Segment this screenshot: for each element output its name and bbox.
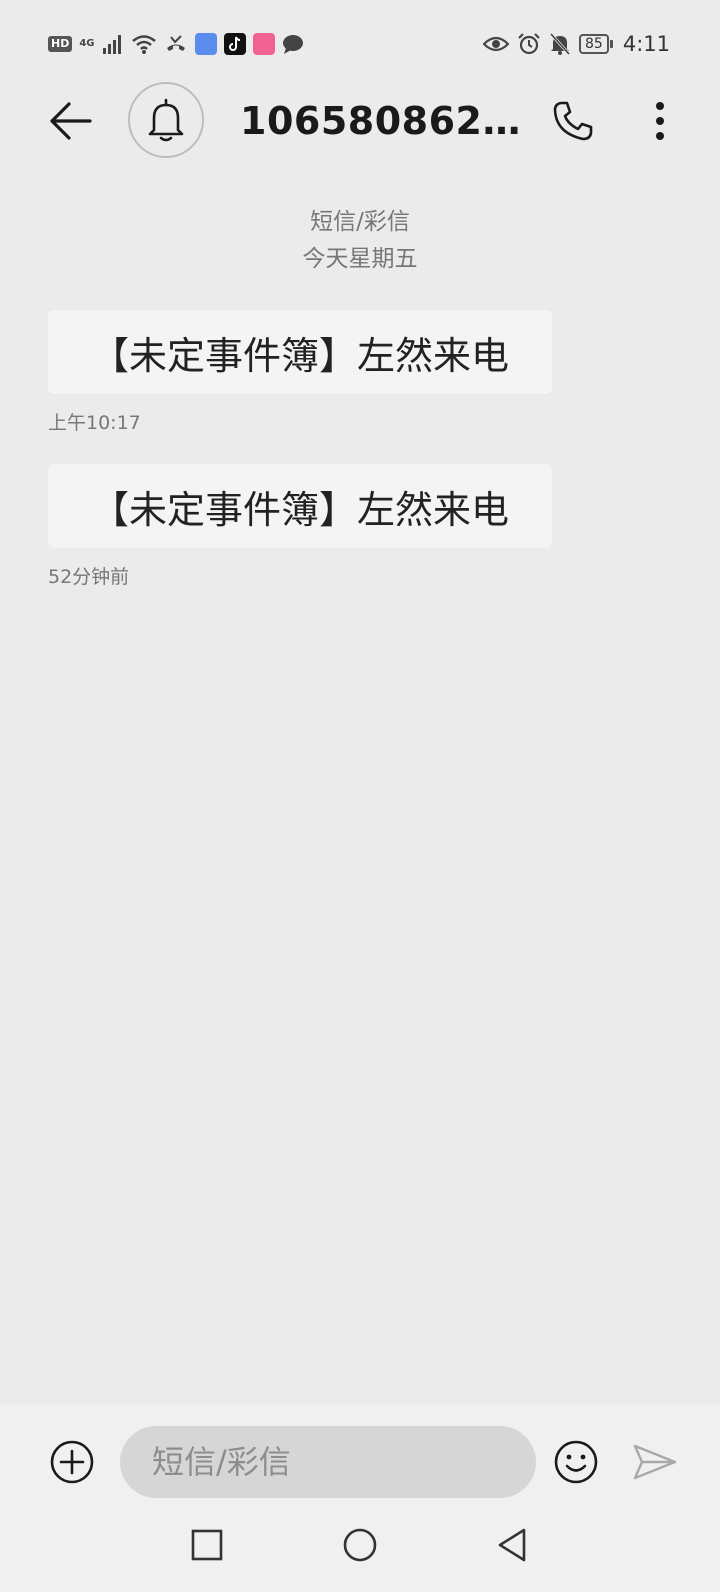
missed-call-icon	[166, 35, 185, 51]
system-nav-bar	[0, 1500, 720, 1592]
network-type-label: 4G	[79, 38, 95, 49]
conversation-meta: 短信/彩信 今天星期五	[0, 204, 720, 278]
sms-conversation-screen: HD 4G 85 4:11 1065808622 短信/彩信 今天星期五 【未定…	[0, 0, 720, 1592]
message-bubble[interactable]: 【未定事件簿】左然来电	[48, 310, 552, 394]
battery-icon: 85	[579, 34, 613, 54]
add-attachment-button[interactable]	[48, 1438, 96, 1486]
message-icon	[282, 35, 303, 54]
arrow-left-icon	[50, 102, 92, 140]
more-vertical-icon	[656, 102, 664, 140]
contact-avatar[interactable]	[128, 82, 204, 158]
home-circle-icon	[343, 1528, 377, 1562]
app-store-icon	[194, 33, 217, 55]
message-timestamp: 上午10:17	[48, 412, 141, 434]
signal-bars-icon	[102, 35, 121, 54]
phone-icon	[553, 101, 593, 141]
emoji-button[interactable]	[552, 1438, 600, 1486]
conversation-toolbar: 10658086221…	[0, 78, 720, 164]
emoji-icon	[554, 1440, 598, 1484]
status-bar: HD 4G 85 4:11	[0, 0, 720, 86]
back-triangle-icon	[498, 1528, 526, 1562]
message-bubble[interactable]: 【未定事件簿】左然来电	[48, 464, 552, 548]
day-label: 今天星期五	[302, 246, 418, 272]
status-bar-left: HD 4G	[48, 30, 304, 58]
call-button[interactable]	[548, 98, 598, 144]
4g-signal-icon: 4G	[79, 39, 94, 49]
back-button[interactable]	[46, 98, 94, 144]
wifi-icon	[131, 35, 156, 54]
status-clock: 4:11	[622, 32, 670, 56]
tiktok-icon	[223, 33, 246, 55]
plus-circle-icon	[50, 1440, 94, 1484]
bell-icon	[148, 98, 184, 142]
channel-label: 短信/彩信	[310, 209, 410, 235]
contact-title: 10658086221…	[240, 99, 525, 143]
status-bar-right: 85 4:11	[483, 30, 670, 58]
nav-back-button[interactable]	[487, 1520, 537, 1570]
hd-icon: HD	[48, 36, 73, 52]
message-timestamp: 52分钟前	[48, 566, 130, 588]
home-button[interactable]	[335, 1520, 385, 1570]
message-input[interactable]	[120, 1426, 536, 1498]
eye-comfort-icon	[483, 36, 509, 52]
music-app-icon	[252, 33, 275, 55]
send-icon	[633, 1444, 677, 1480]
send-button[interactable]	[630, 1438, 680, 1486]
battery-tip	[609, 40, 613, 48]
battery-level: 85	[579, 34, 609, 54]
message-text: 【未定事件簿】左然来电	[90, 333, 509, 378]
mute-icon	[549, 32, 571, 56]
recents-button[interactable]	[182, 1520, 232, 1570]
alarm-icon	[518, 33, 540, 55]
recents-square-icon	[191, 1529, 223, 1561]
more-options-button[interactable]	[640, 98, 680, 144]
message-text: 【未定事件簿】左然来电	[90, 487, 509, 532]
